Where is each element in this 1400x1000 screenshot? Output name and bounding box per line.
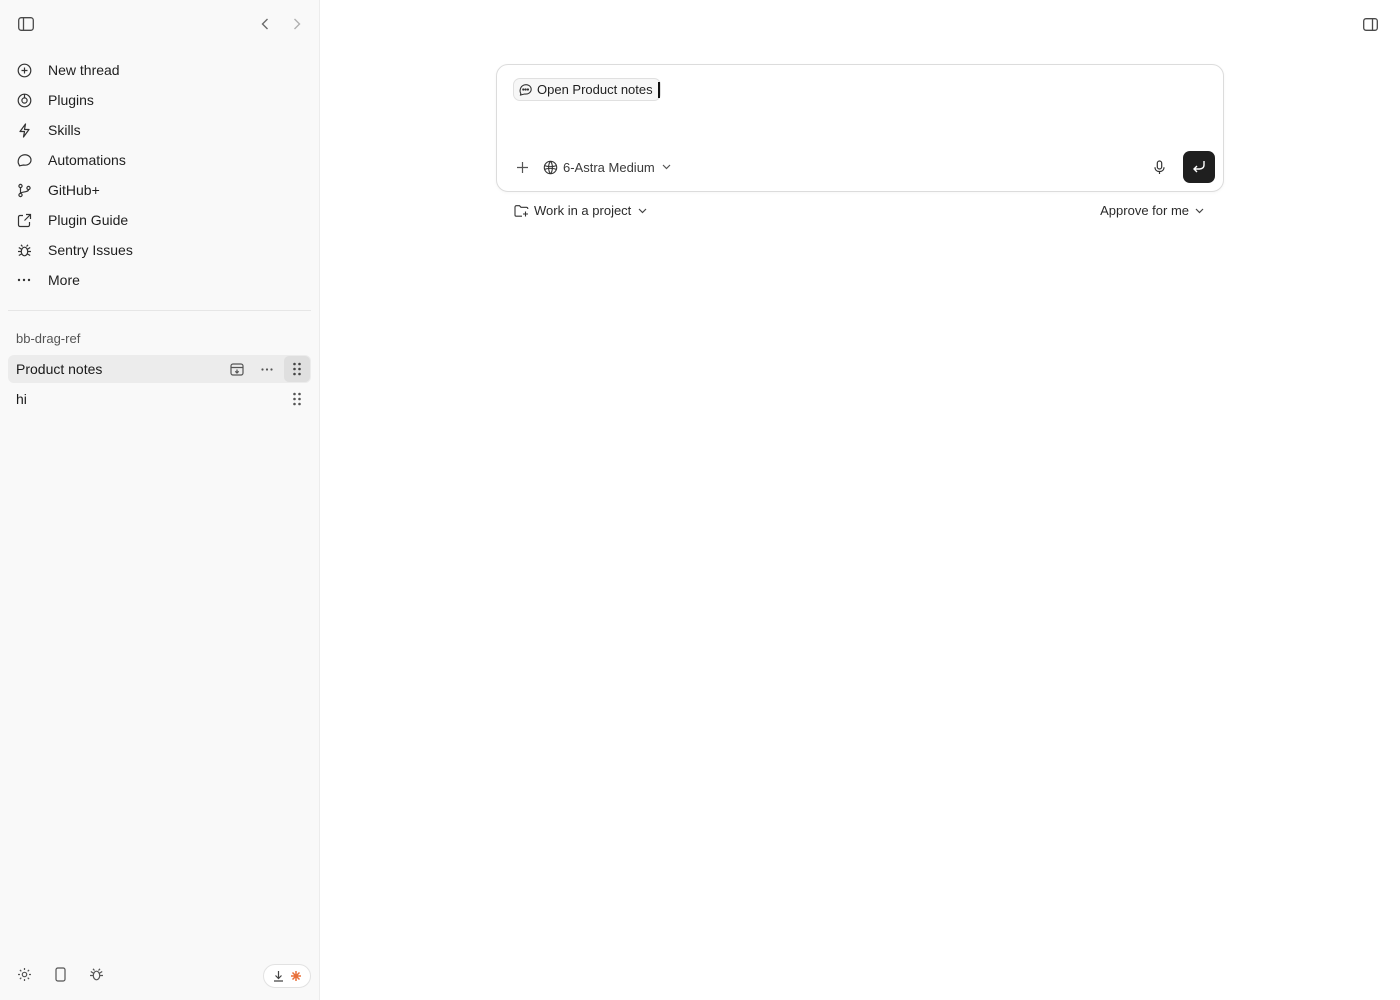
sparkle-icon [290, 970, 302, 982]
gear-icon[interactable] [15, 965, 33, 983]
sidebar-item-label: GitHub+ [48, 182, 100, 198]
sidebar-item-github[interactable]: GitHub+ [8, 175, 311, 205]
add-attachment-icon[interactable] [513, 158, 531, 176]
model-selector[interactable]: 6-Astra Medium [543, 156, 671, 178]
main-area: Open Product notes 6-Astra Medium Work i… [320, 0, 1400, 1000]
bug-icon [16, 242, 32, 258]
sidebar-item-skills[interactable]: Skills [8, 115, 311, 145]
sidebar-item-sentry-issues[interactable]: Sentry Issues [8, 235, 311, 265]
enter-arrow-icon [1192, 161, 1206, 173]
archive-icon[interactable] [224, 356, 250, 382]
sidebar-toggle-icon[interactable] [15, 13, 37, 35]
microphone-icon[interactable] [1149, 157, 1169, 177]
chevron-down-icon [1195, 208, 1204, 214]
download-icon [273, 970, 284, 982]
update-pill[interactable] [263, 964, 311, 988]
drag-handle-icon[interactable] [284, 386, 310, 412]
chevron-right-icon[interactable] [286, 13, 308, 35]
send-button[interactable] [1183, 151, 1215, 183]
sidebar-item-plugins[interactable]: Plugins [8, 85, 311, 115]
github-icon [16, 182, 32, 198]
app-window: New thread Plugins Skills Automations Gi… [0, 0, 1400, 1000]
sidebar-item-label: Sentry Issues [48, 242, 133, 258]
chat-loop-icon [16, 152, 32, 168]
sidebar-nav: New thread Plugins Skills Automations Gi… [8, 55, 311, 295]
sidebar-item-label: Automations [48, 152, 126, 168]
project-section-label: bb-drag-ref [16, 331, 81, 346]
project-selector-label: Work in a project [534, 203, 632, 218]
context-chip[interactable]: Open Product notes [513, 78, 661, 101]
sidebar-item-label: Skills [48, 122, 81, 138]
chevron-down-icon [638, 208, 647, 214]
text-caret [658, 82, 660, 98]
drag-handle-icon[interactable] [284, 356, 310, 382]
thread-options-icon[interactable] [254, 356, 280, 382]
model-label: 6-Astra Medium [563, 159, 655, 175]
project-selector[interactable]: Work in a project [514, 203, 647, 218]
sidebar-item-label: More [48, 272, 80, 288]
plus-circle-icon [16, 62, 32, 78]
approval-selector[interactable]: Approve for me [1100, 203, 1204, 218]
composer-input[interactable] [663, 77, 1203, 101]
model-logo-icon [543, 160, 558, 175]
composer: Open Product notes 6-Astra Medium [496, 64, 1224, 192]
sidebar-item-automations[interactable]: Automations [8, 145, 311, 175]
phone-icon[interactable] [51, 965, 69, 983]
sidebar-item-label: Plugin Guide [48, 212, 129, 228]
chat-bubble-icon [519, 83, 532, 96]
folder-plus-icon [514, 204, 529, 217]
external-doc-icon [16, 212, 32, 228]
sidebar-item-label: New thread [48, 62, 120, 78]
context-chip-label: Open Product notes [537, 82, 653, 97]
sidebar-item-new-thread[interactable]: New thread [8, 55, 311, 85]
right-panel-toggle-icon[interactable] [1360, 15, 1380, 33]
plugin-icon [16, 92, 32, 108]
ellipsis-icon [16, 272, 32, 288]
composer-footer: Work in a project Approve for me [496, 200, 1224, 224]
thread-row-hi[interactable]: hi [8, 385, 311, 413]
chevron-down-icon [662, 164, 671, 170]
thread-title: hi [16, 391, 27, 407]
sidebar-divider [8, 310, 311, 311]
chevron-left-icon[interactable] [254, 13, 276, 35]
sidebar-item-plugin-guide[interactable]: Plugin Guide [8, 205, 311, 235]
sidebar: New thread Plugins Skills Automations Gi… [0, 0, 320, 1000]
bug-icon[interactable] [87, 965, 105, 983]
sidebar-bottom-bar [0, 950, 320, 1000]
sidebar-item-label: Plugins [48, 92, 94, 108]
bolt-icon [16, 122, 32, 138]
thread-row-product-notes[interactable]: Product notes [8, 355, 311, 383]
sidebar-item-more[interactable]: More [8, 265, 311, 295]
approval-selector-label: Approve for me [1100, 203, 1189, 218]
